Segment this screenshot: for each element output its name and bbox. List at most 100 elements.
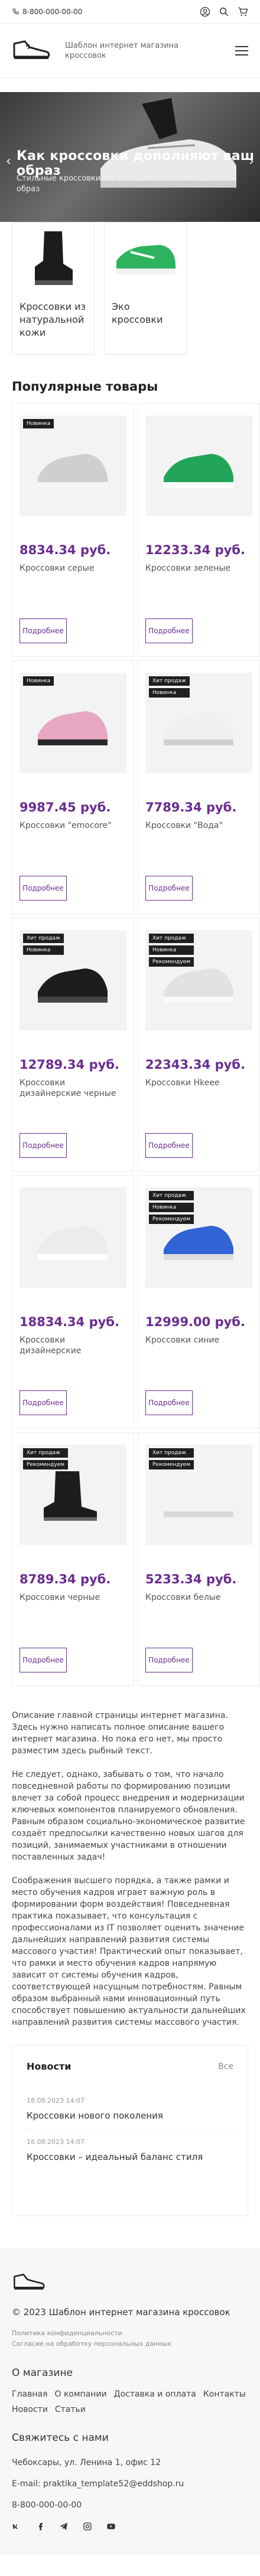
category-name: Кроссовки из натуральной кожи	[20, 301, 86, 338]
product-name[interactable]: Кроссовки "emocore"	[20, 820, 126, 842]
category-card[interactable]: Эко кроссовки	[104, 222, 187, 355]
product-details-button[interactable]: Подробнее	[145, 1133, 193, 1158]
product-card[interactable]: Хит продаж Новинка 7789.34 руб. Кроссовки "…	[138, 660, 260, 914]
category-list: Кроссовки из натуральной кожи Эко кроссо…	[0, 222, 260, 355]
consent-link[interactable]: Согласие на обработку персональных данны…	[12, 2339, 248, 2349]
product-image[interactable]: Хит продаж Рекомендуем	[145, 1445, 252, 1545]
product-image[interactable]: Новинка	[20, 673, 126, 773]
product-details-button[interactable]: Подробнее	[20, 1133, 67, 1158]
product-card[interactable]: Хит продаж Новинка Рекомендуем 12999.00 руб…	[138, 1175, 260, 1429]
product-price: 8834.34 руб.	[20, 543, 111, 557]
description-paragraph: Не следует, однако, забывать о том, что …	[12, 1770, 245, 1862]
hero-banner[interactable]: ‹ › Как кроссовки дополняют ваш образ Ст…	[0, 92, 260, 222]
burger-icon[interactable]	[235, 45, 248, 55]
product-name[interactable]: Кроссовки дизайнерские	[20, 1335, 126, 1356]
topbar: 8-800-000-00-00	[0, 0, 260, 24]
news-all-link[interactable]: Все	[218, 2062, 233, 2071]
sneaker-image	[37, 711, 108, 745]
footer-nav-item[interactable]: О компании	[54, 2390, 106, 2399]
footer-logo[interactable]	[12, 2271, 248, 2294]
footer-nav-item[interactable]: Главная	[12, 2390, 47, 2399]
category-card[interactable]: Кроссовки из натуральной кожи	[12, 222, 95, 355]
footer-phone[interactable]: 8-800-000-00-00	[12, 2495, 248, 2516]
category-image	[105, 222, 186, 293]
footer-nav-item[interactable]: Доставка и оплата	[114, 2390, 196, 2399]
cart-icon[interactable]	[238, 6, 248, 17]
footer-nav-item[interactable]: Статьи	[55, 2405, 86, 2414]
banner-text: Стильные кроссовки могут подчеркнуть люб…	[17, 174, 210, 194]
product-card[interactable]: Новинка 8834.34 руб. Кроссовки серые Подроб…	[12, 403, 134, 657]
news-date: 18.08.2023 14:07	[27, 2097, 85, 2104]
banner-prev-arrow[interactable]: ‹	[6, 154, 11, 169]
sneaker-image	[43, 1471, 97, 1521]
sneaker-logo-icon	[14, 2273, 45, 2290]
social-links	[12, 2522, 248, 2531]
sneaker-image	[163, 454, 233, 488]
product-card[interactable]: Хит продаж Рекомендуем 5233.34 руб. Кроссов…	[138, 1432, 260, 1686]
product-name[interactable]: Кроссовки черные	[20, 1592, 126, 1613]
footer-nav-item[interactable]: Новости	[12, 2405, 48, 2414]
youtube-icon[interactable]	[106, 2522, 116, 2531]
sneaker-image	[163, 711, 233, 745]
user-icon[interactable]	[200, 6, 210, 17]
product-price: 7789.34 руб.	[145, 800, 237, 814]
product-details-button[interactable]: Подробнее	[145, 876, 193, 901]
sneaker-image	[163, 1483, 233, 1517]
product-badge: Рекомендуем	[149, 1215, 194, 1224]
product-image[interactable]: Хит продаж Новинка Рекомендуем	[145, 1187, 252, 1288]
product-price: 8789.34 руб.	[20, 1572, 111, 1586]
product-details-button[interactable]: Подробнее	[20, 618, 67, 643]
footer-contact-title: Свяжитесь с нами	[12, 2432, 109, 2444]
news-title: Новости	[27, 2061, 72, 2072]
product-details-button[interactable]: Подробнее	[145, 618, 193, 643]
product-name[interactable]: Кроссовки серые	[20, 563, 126, 584]
product-name[interactable]: Кроссовки дизайнерские черные	[20, 1078, 126, 1099]
product-badge: Рекомендуем	[149, 957, 194, 967]
product-details-button[interactable]: Подробнее	[20, 1390, 67, 1415]
sneaker-image	[37, 454, 108, 488]
product-badge: Хит продаж	[149, 934, 194, 943]
product-card[interactable]: Хит продаж Новинка 12789.34 руб. Кроссовки …	[12, 918, 134, 1171]
product-name[interactable]: Кроссовки белые	[145, 1592, 252, 1613]
product-image[interactable]: Хит продаж Новинка	[20, 930, 126, 1030]
product-image[interactable]: Хит продаж Новинка	[145, 673, 252, 773]
search-icon[interactable]	[219, 6, 229, 17]
product-details-button[interactable]: Подробнее	[20, 876, 67, 901]
product-name[interactable]: Кроссовки Hkeee	[145, 1078, 252, 1099]
footer-email[interactable]: E-mail: praktika_template52@eddshop.ru	[12, 2473, 248, 2495]
product-card[interactable]: Хит продаж Новинка Рекомендуем 22343.34 руб…	[138, 918, 260, 1171]
product-card[interactable]: Хит продаж Рекомендуем 8789.34 руб. Кроссов…	[12, 1432, 134, 1686]
instagram-icon[interactable]	[83, 2522, 92, 2531]
top-phone[interactable]: 8-800-000-00-00	[12, 8, 82, 16]
news-item[interactable]: 18.08.2023 14:07 Кроссовки – идеальный б…	[27, 2130, 233, 2171]
product-badge: Хит продаж	[149, 676, 190, 686]
product-image[interactable]	[20, 1187, 126, 1288]
footer-nav-item[interactable]: Контакты	[203, 2390, 246, 2399]
product-details-button[interactable]: Подробнее	[20, 1648, 67, 1672]
product-card[interactable]: 12233.34 руб. Кроссовки зеленые Подробнее	[138, 403, 260, 657]
description-paragraph: Соображения высшего порядка, а также рам…	[12, 1876, 246, 2027]
product-badge: Рекомендуем	[149, 1460, 194, 1469]
logo[interactable]	[12, 38, 51, 64]
product-name[interactable]: Кроссовки синие	[145, 1335, 252, 1356]
news-headline[interactable]: Кроссовки нового поколения	[27, 2110, 233, 2121]
product-price: 12999.00 руб.	[145, 1315, 245, 1329]
product-name[interactable]: Кроссовки "Вода"	[145, 820, 252, 842]
product-image[interactable]: Новинка	[20, 415, 126, 516]
product-price: 9987.45 руб.	[20, 800, 111, 814]
news-item[interactable]: 18.08.2023 14:07 Кроссовки нового поколе…	[27, 2089, 233, 2130]
product-image[interactable]: Хит продаж Рекомендуем	[20, 1445, 126, 1545]
product-badge: Хит продаж	[23, 1448, 68, 1458]
product-name[interactable]: Кроссовки зеленые	[145, 563, 252, 584]
vk-icon[interactable]	[12, 2522, 21, 2531]
product-image[interactable]	[145, 415, 252, 516]
product-card[interactable]: 18834.34 руб. Кроссовки дизайнерские Подро…	[12, 1175, 134, 1429]
product-details-button[interactable]: Подробнее	[145, 1390, 193, 1415]
telegram-icon[interactable]	[59, 2522, 69, 2531]
news-headline[interactable]: Кроссовки – идеальный баланс стиля	[27, 2152, 233, 2162]
privacy-link[interactable]: Политика конфиденциальности	[12, 2328, 248, 2339]
facebook-icon[interactable]	[35, 2522, 45, 2531]
product-card[interactable]: Новинка 9987.45 руб. Кроссовки "emocore" По…	[12, 660, 134, 914]
product-details-button[interactable]: Подробнее	[145, 1648, 193, 1672]
product-image[interactable]: Хит продаж Новинка Рекомендуем	[145, 930, 252, 1030]
